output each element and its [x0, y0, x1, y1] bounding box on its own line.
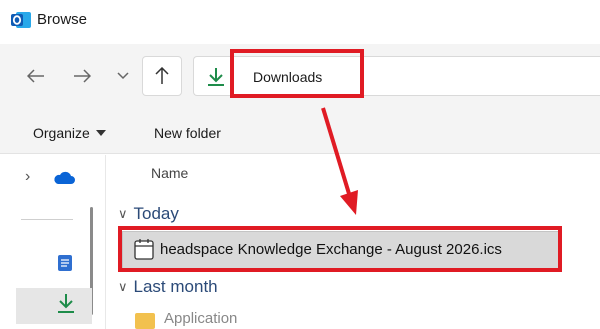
- annotation-arrow: [321, 107, 358, 215]
